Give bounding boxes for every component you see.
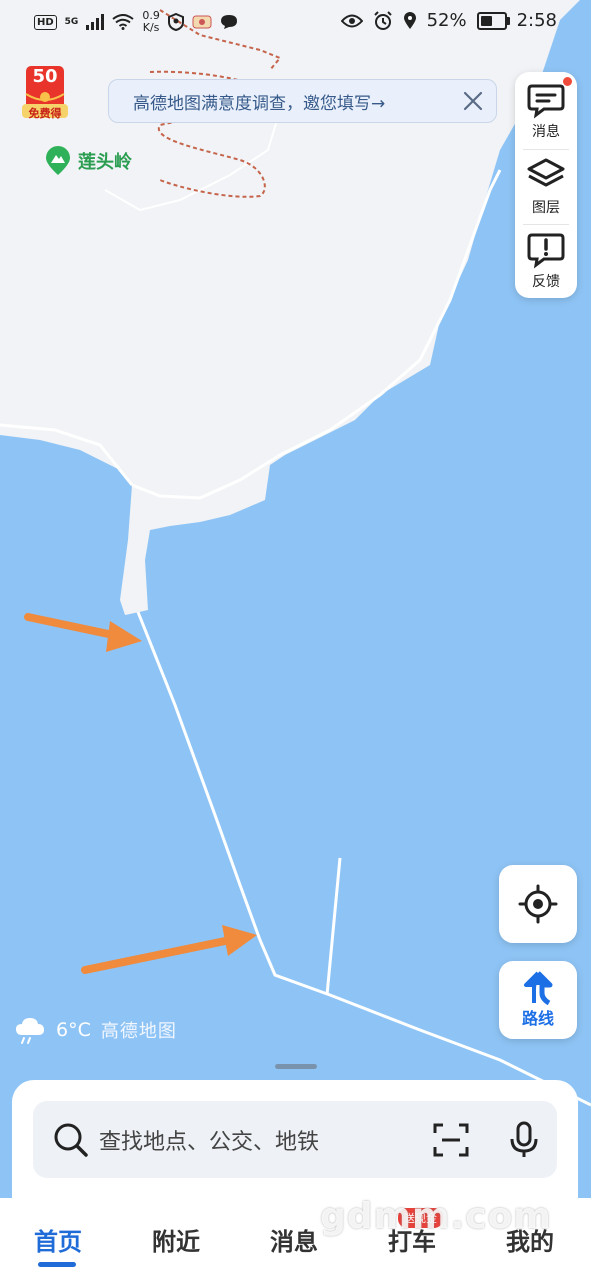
locate-button[interactable]	[499, 865, 577, 943]
feedback-icon	[527, 233, 565, 269]
tab-home[interactable]: 首页	[34, 1222, 82, 1257]
poi-marker[interactable]: 莲头岭	[44, 146, 132, 176]
route-arrow-icon	[524, 971, 553, 1005]
vpn-icon	[167, 13, 184, 31]
poi-label[interactable]: 莲头岭	[78, 148, 132, 174]
feedback-button[interactable]: 反馈	[515, 224, 577, 298]
map-tools-panel: 消息 图层 反馈	[515, 72, 577, 298]
layers-label: 图层	[532, 200, 560, 216]
battery-icon	[476, 11, 510, 30]
message-icon	[527, 84, 565, 119]
messages-button[interactable]: 消息	[515, 74, 577, 148]
sheet-handle[interactable]	[275, 1064, 317, 1069]
rain-cloud-icon	[16, 1018, 44, 1044]
search-input[interactable]: 查找地点、公交、地铁	[99, 1124, 319, 1156]
scan-icon[interactable]	[433, 1123, 469, 1157]
hd-indicator: HD	[34, 14, 57, 30]
alarm-icon	[373, 10, 392, 30]
network-speed: 0.9 K/s	[142, 9, 160, 34]
coupon-widget[interactable]: 50 免费得	[22, 64, 68, 122]
search-bar[interactable]: 查找地点、公交、地铁	[33, 1101, 557, 1178]
weather-widget[interactable]: 6°C 高德地图	[14, 1015, 177, 1045]
feedback-label: 反馈	[532, 274, 560, 290]
messages-label: 消息	[532, 124, 560, 140]
tab-messages[interactable]: 消息	[270, 1222, 318, 1257]
active-tab-indicator	[38, 1262, 76, 1267]
status-bar: HD 5G 0.9 K/s 52% 2:58	[0, 0, 591, 44]
chat-icon	[220, 15, 237, 29]
tab-nearby[interactable]: 附近	[152, 1222, 200, 1257]
brand-watermark: 高德地图	[100, 1021, 177, 1042]
location-icon	[403, 11, 416, 29]
wifi-icon	[112, 14, 134, 30]
microphone-icon[interactable]	[509, 1121, 539, 1159]
layers-button[interactable]: 图层	[515, 150, 577, 224]
eye-icon	[340, 14, 363, 27]
route-button[interactable]: 路线	[499, 961, 577, 1039]
search-icon	[54, 1123, 88, 1157]
survey-banner-text[interactable]: 高德地图满意度调查，邀您填写→	[133, 89, 385, 114]
coupon-label: 免费得	[28, 107, 62, 120]
notification-dot	[563, 77, 572, 86]
signal-icon	[86, 14, 105, 30]
layers-icon	[527, 158, 565, 187]
survey-banner[interactable]: 高德地图满意度调查，邀您填写→	[108, 79, 497, 123]
coupon-amount: 50	[32, 66, 58, 87]
route-label: 路线	[521, 1009, 554, 1028]
clock: 2:58	[516, 10, 557, 31]
close-icon[interactable]	[460, 88, 486, 114]
app-notification-icon	[192, 15, 212, 29]
battery-percent: 52%	[426, 10, 467, 31]
network-type: 5G	[64, 17, 79, 27]
crosshair-icon	[518, 884, 558, 924]
temperature: 6°C	[56, 1019, 91, 1041]
mountain-pin-icon	[46, 146, 70, 175]
site-watermark: gdmm.com	[320, 1196, 552, 1237]
